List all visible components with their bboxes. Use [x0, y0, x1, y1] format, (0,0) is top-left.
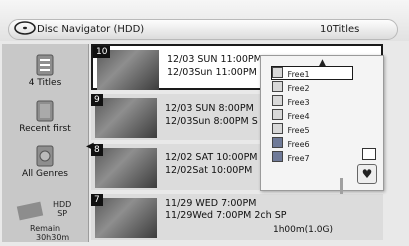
title-number: 10 [93, 46, 111, 58]
genre-popup: ▲ Free1 Free2 Free3 Free4 Free5 Free6 Fr… [260, 55, 384, 191]
remain-label: Remain [30, 224, 61, 233]
scroll-box [362, 148, 376, 160]
row-title: 12/02Sat 10:00PM [165, 165, 253, 176]
thumbnail [95, 198, 157, 238]
row-datetime: 11/29 WED 7:00PM [165, 198, 257, 209]
heart-icon: ♥ [361, 167, 373, 181]
title-count: 10Titles [320, 24, 360, 35]
popup-option[interactable]: Free5 [271, 122, 353, 136]
thumbnail [95, 98, 157, 138]
favorite-button[interactable]: ♥ [357, 164, 377, 184]
left-arrow-icon: ◀ [86, 141, 94, 152]
sort-icon [36, 100, 54, 122]
row-title: 12/03Sun 8:00PM S [165, 116, 258, 127]
row-datetime: 12/02 SAT 10:00PM [165, 152, 258, 163]
sidebar-item-genre[interactable]: All Genres [2, 145, 88, 179]
popup-option[interactable]: Free1 [271, 66, 353, 80]
row-datetime: 12/03 SUN 11:00PM [167, 54, 262, 65]
list-icon [36, 54, 54, 76]
remain-value: 30h30m [36, 233, 70, 242]
genre-icon [272, 67, 283, 78]
genre-icon [36, 145, 54, 167]
row-duration: 1h00m(1.0G) [273, 225, 333, 235]
scrollbar-thumb[interactable] [340, 178, 343, 194]
title-number: 7 [91, 194, 103, 206]
row-title: 12/03Sun 11:00PM [167, 67, 257, 78]
sidebar-item-sort[interactable]: Recent first [2, 100, 88, 134]
popup-option[interactable]: Free2 [271, 80, 353, 94]
title-number: 9 [91, 94, 103, 106]
genre-icon [272, 109, 283, 120]
sidebar-item-titles[interactable]: 4 Titles [2, 54, 88, 88]
row-title: 11/29Wed 7:00PM 2ch SP [165, 210, 287, 221]
row-datetime: 12/03 SUN 8:00PM [165, 103, 254, 114]
genre-icon [272, 137, 283, 148]
genre-icon [272, 81, 283, 92]
remain-time: Remain 30h30m [30, 224, 69, 242]
popup-option[interactable]: Free4 [271, 108, 353, 122]
popup-option[interactable]: Free3 [271, 94, 353, 108]
popup-option[interactable]: Free7 [271, 150, 353, 164]
genre-icon [272, 151, 283, 162]
remain-media: HDD [53, 200, 72, 209]
remain-mode: HDD SP [53, 200, 71, 218]
thumbnail [95, 148, 157, 188]
page-title: Disc Navigator (HDD) [37, 24, 145, 35]
title-row[interactable]: 7 11/29 WED 7:00PM 11/29Wed 7:00PM 2ch S… [91, 194, 383, 240]
disc-icon [14, 21, 36, 35]
popup-option[interactable]: Free6 [271, 136, 353, 150]
remain-recording-mode: SP [57, 209, 68, 218]
genre-icon [272, 95, 283, 106]
hdd-icon [16, 201, 44, 221]
genre-icon [272, 123, 283, 134]
